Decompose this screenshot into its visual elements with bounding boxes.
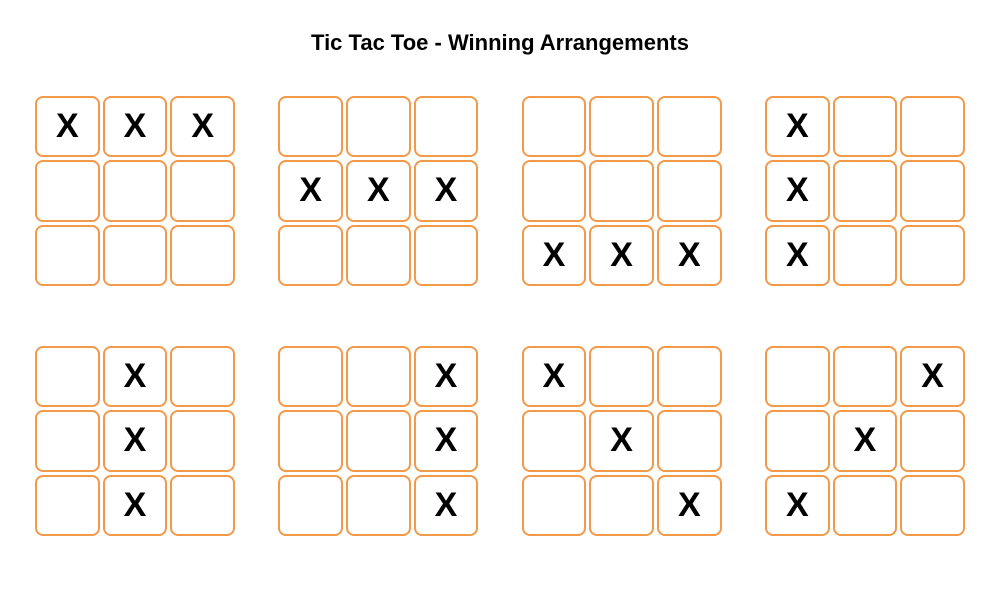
board-cell: X: [103, 346, 168, 407]
board-cell: [589, 160, 654, 221]
board-cell: [170, 225, 235, 286]
board-cell: X: [278, 160, 343, 221]
board: X X X: [522, 96, 722, 286]
board-cell: [657, 160, 722, 221]
board-cell: X: [170, 96, 235, 157]
board-row: X X X X X X X: [35, 96, 965, 286]
page-title: Tic Tac Toe - Winning Arrangements: [35, 30, 965, 56]
board-cell: [657, 410, 722, 471]
board-cell: [103, 160, 168, 221]
board-cell: [35, 346, 100, 407]
board-cell: [833, 475, 898, 536]
board-cell: X: [900, 346, 965, 407]
board-cell: X: [346, 160, 411, 221]
board-cell: [103, 225, 168, 286]
board-cell: [278, 346, 343, 407]
board-cell: X: [765, 160, 830, 221]
board-cell: [278, 410, 343, 471]
board: X X X: [35, 96, 235, 286]
board-cell: X: [765, 225, 830, 286]
board-cell: [414, 225, 479, 286]
board-cell: [765, 346, 830, 407]
board-cell: [900, 225, 965, 286]
board-cell: X: [103, 475, 168, 536]
boards-container: X X X X X X X: [35, 96, 965, 536]
board-cell: [900, 160, 965, 221]
board-cell: X: [589, 225, 654, 286]
board-cell: [346, 410, 411, 471]
board-cell: [170, 410, 235, 471]
board-cell: [522, 160, 587, 221]
board-cell: [346, 225, 411, 286]
board-cell: [35, 475, 100, 536]
board-cell: X: [833, 410, 898, 471]
board-cell: X: [414, 475, 479, 536]
board-cell: [900, 475, 965, 536]
board: X X X: [522, 346, 722, 536]
board-cell: [522, 410, 587, 471]
board-cell: [833, 96, 898, 157]
board-cell: [589, 346, 654, 407]
board-cell: [900, 96, 965, 157]
board-cell: [170, 160, 235, 221]
board-cell: [278, 225, 343, 286]
board-cell: X: [35, 96, 100, 157]
board-cell: [833, 346, 898, 407]
board-row: X X X X X X X X: [35, 346, 965, 536]
board-cell: [589, 475, 654, 536]
board-cell: X: [522, 225, 587, 286]
board-cell: [35, 410, 100, 471]
board: X X X: [35, 346, 235, 536]
board-cell: X: [414, 346, 479, 407]
board-cell: [589, 96, 654, 157]
board-cell: X: [103, 96, 168, 157]
board-cell: [522, 96, 587, 157]
board-cell: [278, 96, 343, 157]
board-cell: [900, 410, 965, 471]
board: X X X: [765, 346, 965, 536]
board-cell: [833, 225, 898, 286]
board-cell: [35, 160, 100, 221]
board: X X X: [278, 96, 478, 286]
board-cell: [833, 160, 898, 221]
board-cell: [278, 475, 343, 536]
board-cell: [346, 475, 411, 536]
board-cell: [346, 346, 411, 407]
board-cell: X: [765, 475, 830, 536]
board: X X X: [765, 96, 965, 286]
board-cell: X: [414, 410, 479, 471]
board-cell: X: [765, 96, 830, 157]
board-cell: [657, 96, 722, 157]
board-cell: [170, 346, 235, 407]
board-cell: X: [657, 475, 722, 536]
board-cell: [346, 96, 411, 157]
board-cell: X: [589, 410, 654, 471]
board-cell: [522, 475, 587, 536]
board-cell: X: [414, 160, 479, 221]
board-cell: [765, 410, 830, 471]
board-cell: [414, 96, 479, 157]
board-cell: X: [657, 225, 722, 286]
board-cell: X: [103, 410, 168, 471]
board-cell: [170, 475, 235, 536]
board-cell: [35, 225, 100, 286]
board-cell: [657, 346, 722, 407]
board: X X X: [278, 346, 478, 536]
board-cell: X: [522, 346, 587, 407]
